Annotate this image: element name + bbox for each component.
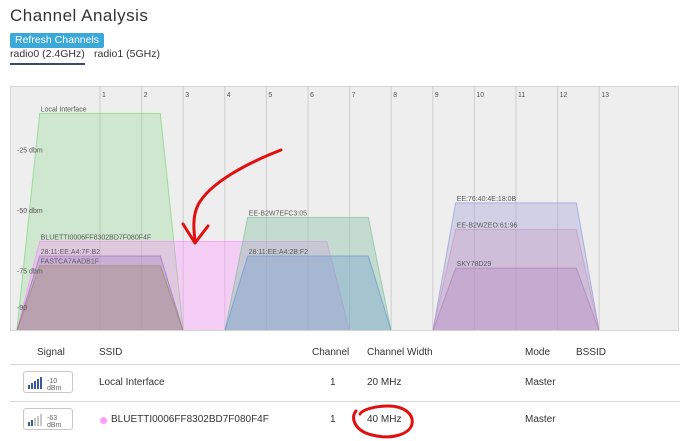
ssid-cell: BLUETTI0006FF8302BD7F080F4F [111, 414, 269, 425]
header-mode: Mode [525, 347, 551, 358]
channel-cell: 1 [330, 414, 336, 425]
signal-bars-icon [28, 414, 42, 426]
header-ssid: SSID [99, 347, 123, 358]
header-bssid: BSSID [576, 347, 607, 358]
ssid-cell: Local Interface [99, 377, 165, 388]
mode-cell: Master [525, 377, 556, 388]
mode-cell: Master [525, 414, 556, 425]
table-header: Signal SSID Channel Channel Width Mode B… [10, 343, 680, 364]
channel-cell: 1 [330, 377, 336, 388]
table-row[interactable]: -10 dBm Local Interface 1 20 MHz Master [10, 365, 680, 401]
signal-value: -10 dBm [47, 378, 62, 392]
header-channel-width: Channel Width [367, 347, 433, 358]
header-channel: Channel [312, 347, 350, 358]
signal-indicator: -63 dBm [23, 408, 73, 430]
signal-bars-icon [28, 377, 42, 389]
signal-indicator: -10 dBm [23, 371, 73, 393]
width-cell: 40 MHz [367, 414, 402, 425]
ssid-color-dot [100, 417, 107, 424]
width-cell: 20 MHz [367, 377, 402, 388]
signal-value: -63 dBm [47, 415, 62, 429]
table-row[interactable]: -63 dBm BLUETTI0006FF8302BD7F080F4F 1 40… [10, 402, 680, 438]
header-signal: Signal [37, 347, 65, 358]
